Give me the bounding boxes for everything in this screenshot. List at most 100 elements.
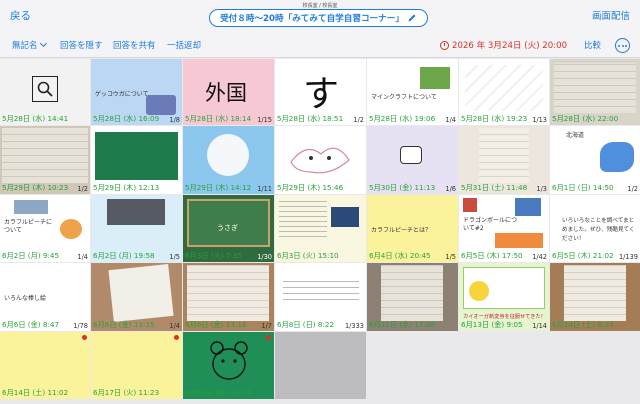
card-title: ドラゴンボールについて#2	[463, 217, 518, 232]
return-all-button[interactable]: 一括返却	[167, 39, 201, 51]
answer-card[interactable]: 6月14日 (土) 11:02	[0, 332, 90, 399]
card-title: す	[303, 74, 340, 115]
page-count: 1/14	[532, 322, 547, 330]
timestamp: 5月29日 (木) 10:23	[2, 183, 69, 192]
hide-answers-button[interactable]: 回答を隠す	[60, 39, 103, 51]
timestamp: 6月14日 (土) 8:24	[552, 320, 614, 329]
answer-card[interactable]: 5月29日 (木) 10:23 1/2	[0, 126, 90, 194]
card-title: ゲッコウガについて	[95, 91, 149, 98]
page-count: 1/2	[353, 116, 364, 124]
answer-card[interactable]: カラフルピーチとは？ 6月4日 (水) 20:45 1/5	[367, 195, 458, 262]
answer-card[interactable]: 5月29日 (木) 15:46	[275, 126, 366, 194]
back-button[interactable]: 戻る	[10, 8, 31, 23]
thumbnail	[463, 198, 477, 212]
title-button[interactable]: 受付８時〜20時「みてみて自学自習コーナー」	[209, 9, 428, 27]
answer-card[interactable]: ドラゴンボールについて#2 6月5日 (木) 17:50 1/42	[459, 195, 549, 262]
deadline-button[interactable]: 2026 年 3月24日 (火) 20:00	[440, 39, 567, 51]
answer-card[interactable]: 6月18日 (水) 13:24	[183, 332, 274, 399]
answer-card[interactable]: カラフルピーチについて 6月2日 (月) 9:45 1/4	[0, 195, 90, 262]
answer-grid: 5月28日 (水) 14:41 ゲッコウガについて 5月28日 (水) 16:0…	[0, 59, 640, 404]
answer-card[interactable]: ゲッコウガについて 5月28日 (水) 16:09 1/8	[91, 59, 182, 125]
page-count: 1/4	[445, 116, 456, 124]
timestamp: 6月14日 (土) 11:02	[2, 388, 69, 397]
card-title: マインクラフトについて	[371, 94, 437, 101]
timestamp: 6月6日 (金) 13:16	[185, 320, 247, 329]
card-title: うさぎ	[217, 224, 238, 232]
notebook-photo	[564, 265, 626, 321]
chevron-down-icon	[39, 39, 47, 48]
text-block	[283, 279, 359, 305]
timestamp: 5月28日 (水) 16:09	[93, 114, 160, 123]
character-illustration	[469, 281, 489, 301]
anonymous-label: 無記名	[12, 41, 38, 51]
timestamp: 6月3日 (火) 15:10	[277, 251, 339, 260]
breadcrumb: 校長室 / 校長室	[302, 3, 338, 9]
notebook-photo	[381, 265, 443, 321]
timestamp: 6月2日 (月) 19:58	[93, 251, 155, 260]
answer-card[interactable]: 6月6日 (金) 13:16 1/7	[183, 263, 274, 331]
thumbnail	[420, 67, 450, 89]
page-count: 1/5	[445, 253, 456, 261]
timestamp: 6月3日 (火) 7:35	[185, 251, 243, 260]
answer-card[interactable]: 5月28日 (水) 19:23 1/13	[459, 59, 549, 125]
more-icon[interactable]	[615, 38, 630, 53]
answer-card[interactable]: うさぎ 6月3日 (火) 7:35 1/30	[183, 195, 274, 262]
timestamp: 6月2日 (月) 9:45	[2, 251, 60, 260]
deadline-text: 2026 年 3月24日 (火) 20:00	[452, 41, 568, 51]
answer-card[interactable]: 6月2日 (月) 19:58 1/5	[91, 195, 182, 262]
answer-card[interactable]: カイオーガ新変身を征服せてきた！ 6月13日 (金) 9:05 1/14	[459, 263, 549, 331]
timestamp: 6月4日 (水) 20:45	[369, 251, 431, 260]
thumbnail	[495, 233, 543, 248]
answer-card[interactable]: 5月30日 (金) 11:13 1/6	[367, 126, 458, 194]
anonymous-dropdown[interactable]: 無記名	[12, 39, 47, 51]
timestamp: 6月1日 (日) 14:50	[552, 183, 614, 192]
answer-card[interactable]: マインクラフトについて 5月28日 (水) 19:06 1/4	[367, 59, 458, 125]
answer-card[interactable]: 6月3日 (火) 15:10	[275, 195, 366, 262]
card-title: カラフルピーチとは？	[371, 227, 432, 234]
page-count: 1/333	[344, 322, 364, 330]
answer-card[interactable]: いろんな棒し絵 6月6日 (金) 8:47 1/78	[0, 263, 90, 331]
compare-button[interactable]: 比較	[584, 39, 601, 51]
answer-card[interactable]: す 5月28日 (水) 18:51 1/2	[275, 59, 366, 125]
notebook-photo	[108, 264, 174, 322]
page-count: 1/7	[261, 322, 272, 330]
timestamp: 5月28日 (水) 22:00	[552, 114, 619, 123]
card-title: カラフルピーチについて	[4, 219, 53, 234]
page-count: 1/6	[445, 185, 456, 193]
answer-card[interactable]: 6月14日 (土) 8:24	[550, 263, 640, 331]
answer-card[interactable]: 5月29日 (木) 12:13	[91, 126, 182, 194]
answer-card[interactable]: 6月6日 (金) 13:15 1/4	[91, 263, 182, 331]
timestamp: 5月28日 (水) 18:14	[185, 114, 252, 123]
answer-card[interactable]: 北海道 6月1日 (日) 14:50 1/2	[550, 126, 640, 194]
card-title: いろんな棒し絵	[4, 295, 47, 302]
answer-card[interactable]: いろいろなことを調べてまとめました。ぜひ、残酷見てください！ 6月5日 (木) …	[550, 195, 640, 262]
timestamp: 6月8日 (日) 8:22	[277, 320, 335, 329]
unread-badge	[82, 335, 87, 340]
page-count: 1/78	[73, 322, 88, 330]
timestamp: 5月28日 (水) 19:06	[369, 114, 436, 123]
answer-card[interactable]: 5月28日 (水) 14:41	[0, 59, 90, 125]
notebook-photo	[2, 128, 88, 183]
timestamp: 5月31日 (土) 11:48	[461, 183, 528, 192]
timestamp: 6月11日 (水) 17:08	[369, 320, 436, 329]
share-answers-button[interactable]: 回答を共有	[113, 39, 156, 51]
answer-card[interactable]: 5月31日 (土) 11:48 1/3	[459, 126, 549, 194]
answer-card[interactable]: 6月11日 (水) 17:08	[367, 263, 458, 331]
answer-card[interactable]: 5月29日 (木) 14:12 1/11	[183, 126, 274, 194]
timestamp: 5月28日 (水) 18:51	[277, 114, 344, 123]
empty-card	[275, 332, 366, 399]
page-count: 1/8	[169, 116, 180, 124]
answer-card[interactable]: 6月17日 (火) 11:23	[91, 332, 182, 399]
answer-card[interactable]: 外国 5月28日 (水) 18:14 1/15	[183, 59, 274, 125]
screen-share-button[interactable]: 画面配信	[592, 8, 630, 22]
thumbnail	[515, 198, 541, 216]
timestamp: 6月17日 (火) 11:23	[93, 388, 160, 397]
search-icon	[32, 76, 58, 102]
timestamp: 5月29日 (木) 12:13	[93, 183, 160, 192]
answer-card[interactable]: 5月28日 (水) 22:00	[550, 59, 640, 125]
timestamp: 6月13日 (金) 9:05	[461, 320, 523, 329]
page-count: 1/4	[169, 322, 180, 330]
map-illustration	[600, 142, 634, 172]
slide-thumbnail	[95, 132, 178, 180]
answer-card[interactable]: 6月8日 (日) 8:22 1/333	[275, 263, 366, 331]
